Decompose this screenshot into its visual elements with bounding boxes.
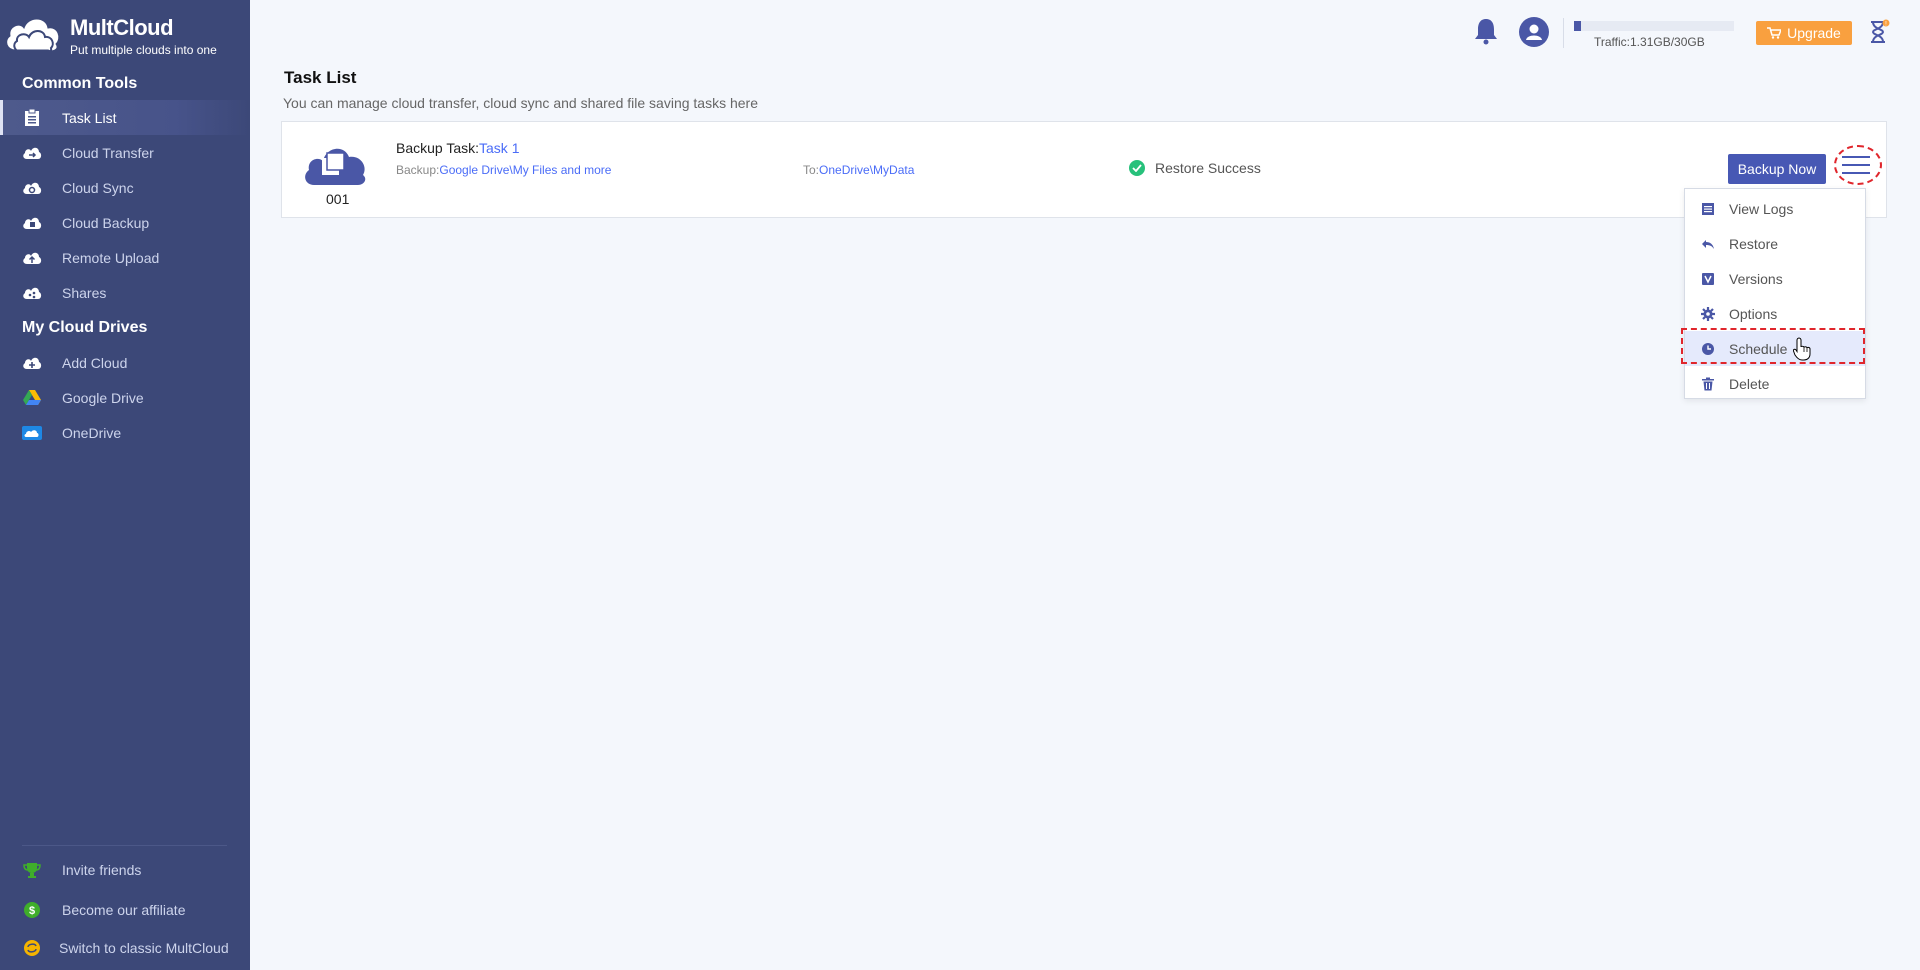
sidebar-item-label: Cloud Sync: [62, 179, 134, 196]
trash-icon: [1702, 377, 1714, 391]
task-source: Backup:Google Drive\My Files and more: [396, 163, 611, 177]
backup-task-icon: [305, 148, 366, 185]
traffic-progress-fill: [1574, 21, 1582, 31]
task-card: 001 Backup Task:Task 1 Backup:Google Dri…: [281, 121, 1887, 218]
task-from-link[interactable]: Google Drive\My Files and more: [439, 163, 611, 177]
add-cloud-icon: [22, 353, 42, 373]
sidebar-item-label: Remote Upload: [62, 249, 160, 266]
hand-cursor-icon: [1793, 337, 1811, 361]
menu-item-restore[interactable]: Restore: [1685, 226, 1865, 261]
check-circle-icon: [1129, 160, 1145, 176]
sidebar-item-label: Task List: [62, 109, 117, 126]
upgrade-label: Upgrade: [1787, 25, 1841, 41]
app-tagline: Put multiple clouds into one: [70, 43, 217, 57]
sidebar-item-add-cloud[interactable]: Add Cloud: [0, 345, 250, 380]
bell-icon[interactable]: [1473, 17, 1499, 45]
sidebar-item-cloud-backup[interactable]: Cloud Backup: [0, 205, 250, 240]
sidebar-item-switch-classic[interactable]: Switch to classic MultCloud: [0, 930, 250, 965]
sidebar-item-label: Cloud Backup: [62, 214, 150, 231]
sidebar-item-invite-friends[interactable]: Invite friends: [0, 852, 250, 887]
task-to-label: To:: [803, 163, 820, 177]
sidebar-item-affiliate[interactable]: $ Become our affiliate: [0, 892, 250, 927]
cloud-transfer-icon: [22, 143, 42, 163]
sidebar-item-remote-upload[interactable]: Remote Upload: [0, 240, 250, 275]
svg-text:$: $: [29, 905, 35, 917]
sidebar-item-cloud-transfer[interactable]: Cloud Transfer: [0, 135, 250, 170]
sidebar-divider: [22, 845, 227, 846]
task-to-link[interactable]: OneDrive\MyData: [819, 163, 914, 177]
cloud-sync-icon: [22, 178, 42, 198]
logo[interactable]: MultCloud Put multiple clouds into one: [0, 6, 250, 57]
traffic-progress-bar: [1574, 21, 1734, 31]
task-status: Restore Success: [1129, 160, 1261, 176]
sidebar-item-label: Add Cloud: [62, 354, 128, 371]
task-title: Backup Task:Task 1: [396, 140, 519, 156]
menu-item-label: Versions: [1729, 270, 1783, 287]
task-name-link[interactable]: Task 1: [479, 140, 519, 156]
multcloud-logo-icon: [6, 18, 60, 54]
task-type-label: Backup Task:: [396, 140, 480, 156]
sidebar-item-shares[interactable]: Shares: [0, 275, 250, 310]
backup-now-button[interactable]: Backup Now: [1728, 154, 1826, 184]
task-number: 001: [326, 191, 350, 207]
hourglass-icon[interactable]: !: [1868, 19, 1890, 45]
task-actions-dropdown: View Logs Restore Versions Options Sched…: [1684, 188, 1866, 399]
trophy-icon: [22, 860, 42, 880]
undo-icon: [1702, 240, 1714, 249]
onedrive-icon: [22, 423, 42, 443]
upgrade-button[interactable]: Upgrade: [1756, 21, 1852, 45]
header-divider: [1563, 18, 1564, 48]
menu-item-view-logs[interactable]: View Logs: [1685, 191, 1865, 226]
versions-icon: [1702, 273, 1714, 285]
user-avatar-icon[interactable]: [1519, 17, 1549, 47]
google-drive-icon: [22, 388, 42, 408]
switch-icon: [22, 938, 42, 958]
gear-icon: [1701, 307, 1715, 321]
sidebar-item-cloud-sync[interactable]: Cloud Sync: [0, 170, 250, 205]
menu-item-options[interactable]: Options: [1685, 296, 1865, 331]
page-title: Task List: [284, 68, 357, 87]
hamburger-menu-icon[interactable]: [1842, 155, 1870, 175]
cloud-share-icon: [22, 283, 42, 303]
task-from-label: Backup:: [396, 163, 440, 177]
my-cloud-drives-heading: My Cloud Drives: [22, 319, 148, 336]
sidebar-item-task-list[interactable]: Task List: [0, 100, 250, 135]
menu-item-label: View Logs: [1729, 200, 1794, 217]
list-icon: [1702, 203, 1714, 215]
schedule-highlight-box: [1681, 328, 1865, 364]
sidebar-item-onedrive[interactable]: OneDrive: [0, 415, 250, 450]
sidebar-item-label: Switch to classic MultCloud: [59, 939, 229, 956]
menu-item-versions[interactable]: Versions: [1685, 261, 1865, 296]
menu-item-label: Delete: [1729, 375, 1770, 392]
dollar-icon: $: [22, 900, 42, 920]
cloud-upload-icon: [22, 248, 42, 268]
clipboard-icon: [22, 108, 42, 128]
common-tools-heading: Common Tools: [22, 75, 138, 92]
sidebar-item-label: Become our affiliate: [62, 901, 186, 918]
menu-item-label: Options: [1729, 305, 1778, 322]
traffic-text: Traffic:1.31GB/30GB: [1594, 35, 1705, 49]
sidebar-item-label: Invite friends: [62, 861, 142, 878]
menu-item-label: Restore: [1729, 235, 1779, 252]
app-name: MultCloud: [70, 15, 174, 40]
cart-icon: [1767, 27, 1782, 39]
sidebar-item-label: Shares: [62, 284, 107, 301]
task-status-text: Restore Success: [1155, 160, 1261, 176]
cloud-backup-icon: [22, 213, 42, 233]
sidebar-item-label: Cloud Transfer: [62, 144, 154, 161]
menu-item-delete[interactable]: Delete: [1685, 366, 1865, 401]
sidebar-item-google-drive[interactable]: Google Drive: [0, 380, 250, 415]
sidebar: MultCloud Put multiple clouds into one C…: [0, 0, 250, 970]
sidebar-item-label: OneDrive: [62, 424, 122, 441]
task-destination: To:OneDrive\MyData: [803, 163, 914, 177]
sidebar-item-label: Google Drive: [62, 389, 144, 406]
page-subtitle: You can manage cloud transfer, cloud syn…: [283, 95, 758, 111]
